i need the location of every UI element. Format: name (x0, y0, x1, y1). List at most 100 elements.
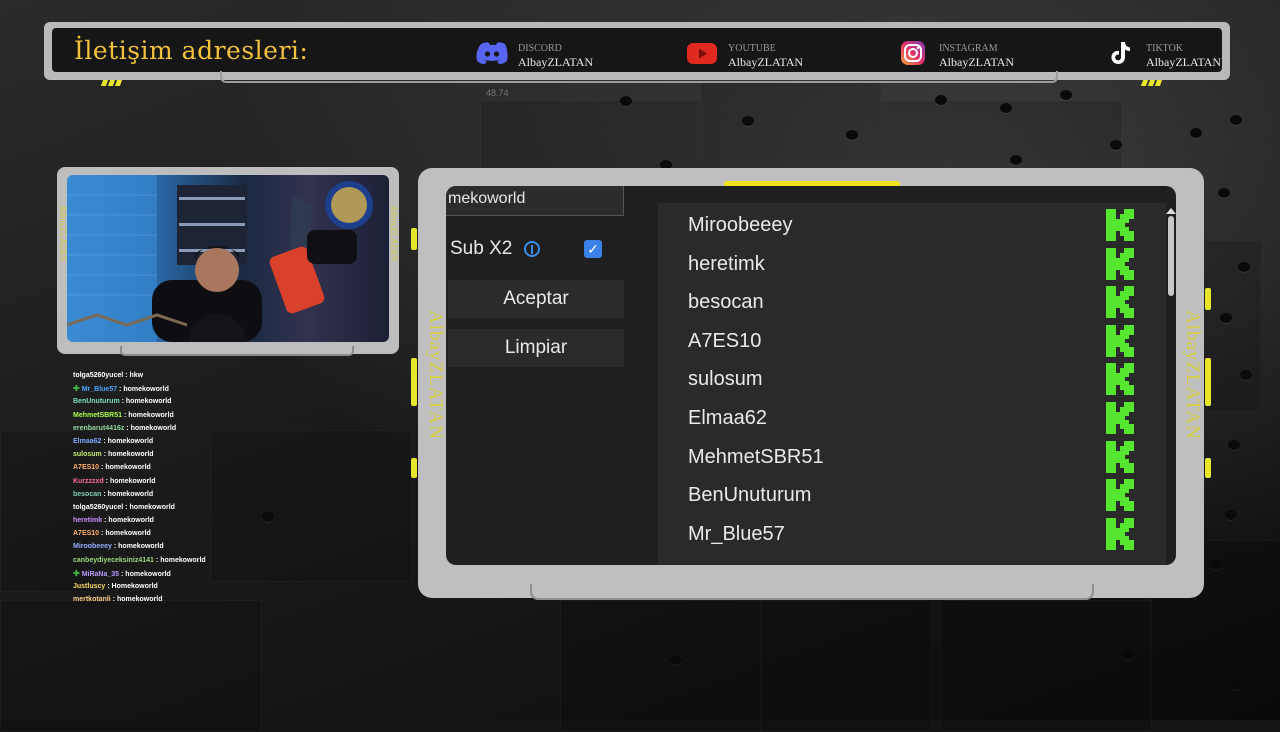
chat-message: tolga5260yucel : hkw (73, 369, 403, 382)
background-dot (1220, 313, 1232, 323)
chat-username[interactable]: mertkotanli (73, 596, 111, 603)
entry-name: Elmaa62 (688, 407, 767, 429)
chat-username[interactable]: tolga5260yucel (73, 504, 123, 511)
entry-name: sulosum (688, 368, 763, 391)
chat-message: besocan : homekoworld (73, 488, 403, 501)
chat-username[interactable]: A7ES10 (73, 464, 99, 471)
panel-side-label-left: AlbayZLATAN (425, 310, 446, 440)
chat-username[interactable]: sulosum (73, 451, 102, 458)
chat-text: homekoworld (125, 570, 171, 578)
background-dot (1060, 90, 1072, 100)
chat-username[interactable]: erenbarut4416z (73, 425, 124, 432)
tiktok-handle: AlbayZLATAN (1146, 55, 1222, 69)
sub-x2-checkbox[interactable]: ✓ (584, 240, 602, 258)
webcam-bottom-trim (120, 346, 354, 356)
entry-name: BenUnuturum (688, 484, 812, 507)
entry-row[interactable]: MehmetSBR51 (688, 439, 1158, 477)
chat-username[interactable]: tolga5260yucel (73, 372, 123, 379)
frame-side-pill (411, 458, 417, 478)
background-dot (1190, 128, 1202, 138)
chat-text: homekoworld (105, 464, 151, 472)
chat-username[interactable]: MehmetSBR51 (73, 412, 122, 419)
chat-message: BenUnuturum : homekoworld (73, 395, 403, 408)
background-dot (1010, 155, 1022, 165)
scroll-up-arrow[interactable] (1166, 208, 1176, 214)
chat-message: sulosum : homekoworld (73, 448, 403, 461)
kick-k-icon (1106, 247, 1134, 280)
entry-row[interactable]: BenUnuturum (688, 477, 1158, 515)
background-tile (760, 600, 932, 732)
info-icon[interactable] (524, 241, 540, 257)
entry-row[interactable]: Miroobeeey (688, 207, 1158, 245)
clear-button[interactable]: Limpiar (448, 329, 624, 367)
chat-message: heretimk : homekoworld (73, 514, 403, 527)
chat-username[interactable]: besocan (73, 491, 101, 498)
webcam-side-label-right: AlbayZLATAN (389, 205, 399, 262)
background-dot (620, 96, 632, 106)
kick-k-icon (1106, 324, 1134, 357)
kick-k-icon (1106, 286, 1134, 319)
background-dot (1238, 262, 1250, 272)
background-dot (1240, 370, 1252, 380)
entry-row[interactable]: A7ES10 (688, 323, 1158, 361)
background-dot (1122, 650, 1134, 660)
background-dot (742, 116, 754, 126)
discord-icon (476, 42, 508, 65)
chat-username[interactable]: heretimk (73, 517, 102, 524)
chat-username[interactable]: Kurzzzxd (73, 478, 104, 485)
tiktok-label: TIKTOK (1146, 43, 1184, 54)
chat-username[interactable]: MiRaNa_35 (82, 571, 119, 578)
chat-text: homekoworld (109, 477, 156, 485)
kick-k-icon (1106, 402, 1134, 434)
chat-text: Homekoworld (111, 583, 158, 590)
chat-message: MehmetSBR51 : homekoworld (73, 409, 403, 422)
entry-name: A7ES10 (688, 329, 762, 352)
frame-side-pill (411, 358, 417, 406)
entry-row[interactable]: Elmaa62 (688, 400, 1158, 438)
frame-side-pill (1205, 358, 1211, 406)
frame-side-pill (1205, 288, 1211, 310)
chat-username[interactable]: Justluscy (73, 583, 105, 590)
background-dot (1218, 188, 1230, 198)
chat-message: ✚ Mr_Blue57 : homekoworld (73, 382, 403, 395)
mod-badge-icon: ✚ (73, 384, 80, 394)
chat-text: homekoworld (108, 517, 154, 525)
kick-k-icon (1106, 517, 1134, 550)
chat-text: homekoworld (105, 530, 151, 538)
chat-message: canbeydiyeceksiniz4141 : homekoworld (73, 554, 403, 567)
chat-text: homekoworld (160, 556, 206, 564)
entries-list[interactable]: Miroobeeey heretimk besocan A7ES10 sulosum El… (658, 203, 1166, 565)
chat-username[interactable]: A7ES10 (73, 530, 99, 537)
entry-row[interactable]: heretimk (688, 246, 1158, 284)
chat-message: Justluscy : Homekoworld (73, 580, 403, 593)
instagram-icon (901, 41, 925, 65)
entry-row[interactable]: Mr_Blue57 (688, 516, 1158, 554)
chat-username[interactable]: canbeydiyeceksiniz4141 (73, 557, 154, 564)
panel-bottom-trim (530, 584, 1094, 600)
frame-side-pill (411, 228, 417, 250)
chat-username[interactable]: BenUnuturum (73, 398, 120, 405)
kick-k-icon (1106, 363, 1134, 396)
chat-text: homekoworld (128, 411, 174, 419)
accept-button[interactable]: Aceptar (448, 280, 624, 318)
chat-username[interactable]: Mr_Blue57 (82, 386, 117, 393)
entry-name: Mr_Blue57 (688, 522, 785, 545)
chat-text: hkw (129, 372, 144, 379)
background-dot (1210, 560, 1222, 570)
chat-username[interactable]: Elmaa62 (73, 438, 101, 445)
chat-message: tolga5260yucel : homekoworld (73, 501, 403, 514)
chat-log: tolga5260yucel : hkw ✚ Mr_Blue57 : homekow… (73, 369, 403, 606)
entry-row[interactable]: besocan (688, 284, 1158, 322)
entry-name: besocan (688, 291, 764, 314)
chat-text: homekoworld (108, 451, 154, 459)
list-scrollbar[interactable] (1168, 216, 1174, 296)
chat-username[interactable]: Miroobeeey (73, 543, 112, 550)
entry-row[interactable]: sulosum (688, 361, 1158, 399)
keyword-input[interactable]: mekoworld (446, 186, 624, 216)
chat-message: ✚ MiRaNa_35 : homekoworld (73, 567, 403, 580)
tiktok-icon (1111, 42, 1130, 65)
background-tile (0, 600, 262, 732)
youtube-icon (687, 43, 717, 64)
entry-name: heretimk (688, 252, 765, 275)
background-dot (935, 95, 947, 105)
